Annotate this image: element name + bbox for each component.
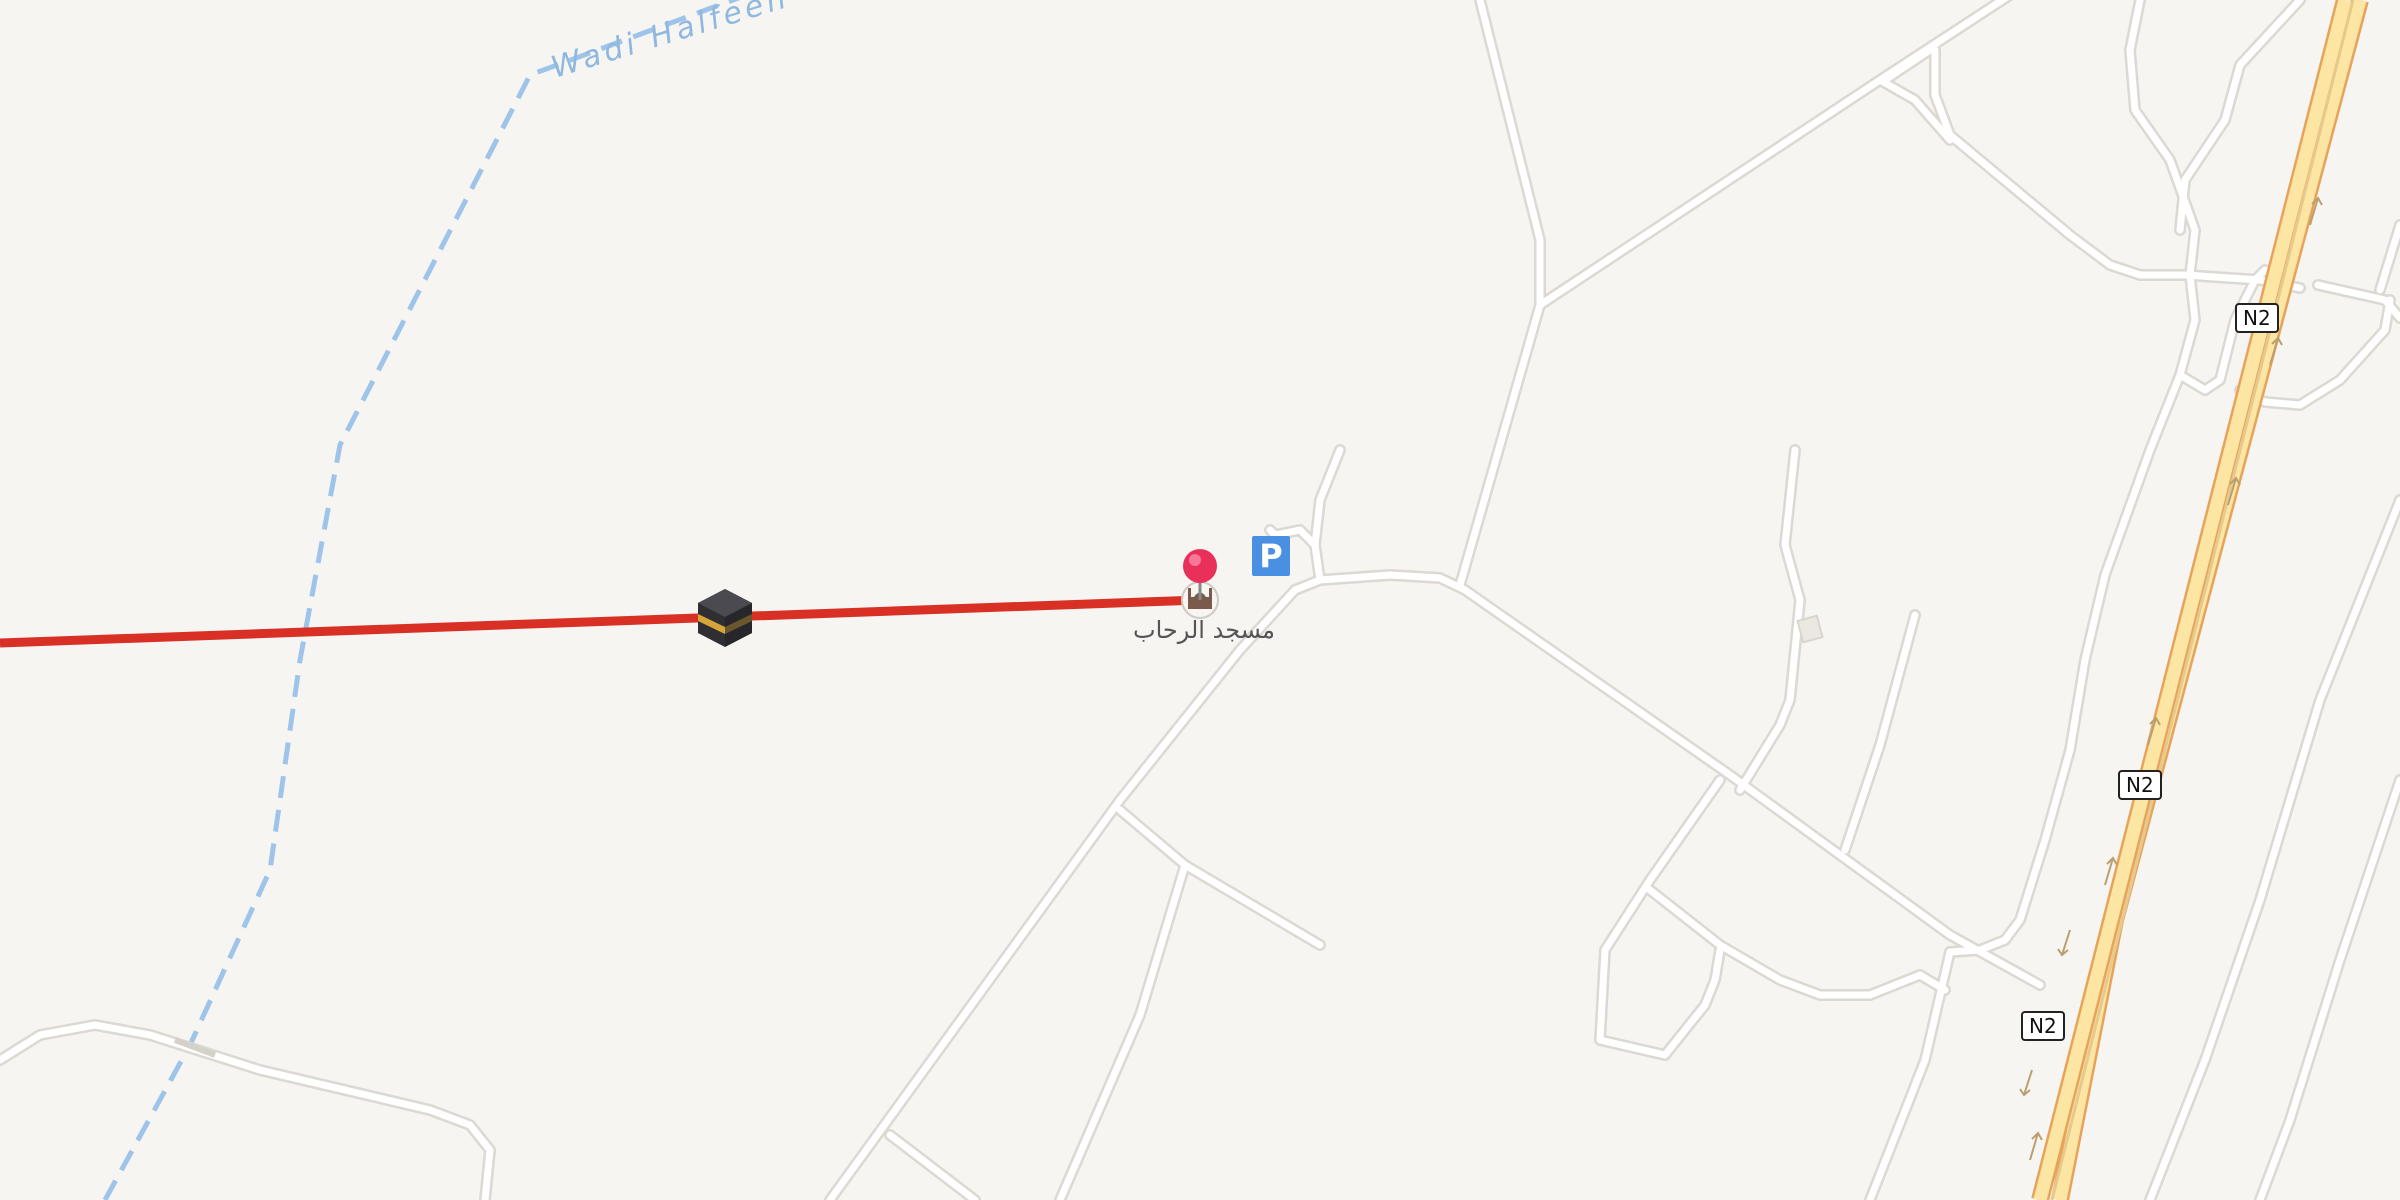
highway-shield-n2: N2	[2118, 770, 2162, 800]
building-footprint	[1796, 614, 1824, 644]
parking-icon[interactable]: P	[1252, 536, 1290, 576]
highway-shield-n2: N2	[2021, 1011, 2065, 1041]
qibla-line	[0, 595, 1201, 648]
waterway-label: Wadi Halfeen	[547, 0, 794, 86]
kaaba-icon	[698, 589, 752, 647]
highway-shield-n2: N2	[2235, 303, 2279, 333]
highway-n2	[2031, 0, 2369, 1200]
map-canvas[interactable]: Wadi Halfeen P مسجد الرحاب N2 N2 N2	[0, 0, 2400, 1200]
waterway-wadi-halfeen	[102, 0, 741, 1200]
poi-label-mosque[interactable]: مسجد الرحاب	[1133, 616, 1275, 644]
